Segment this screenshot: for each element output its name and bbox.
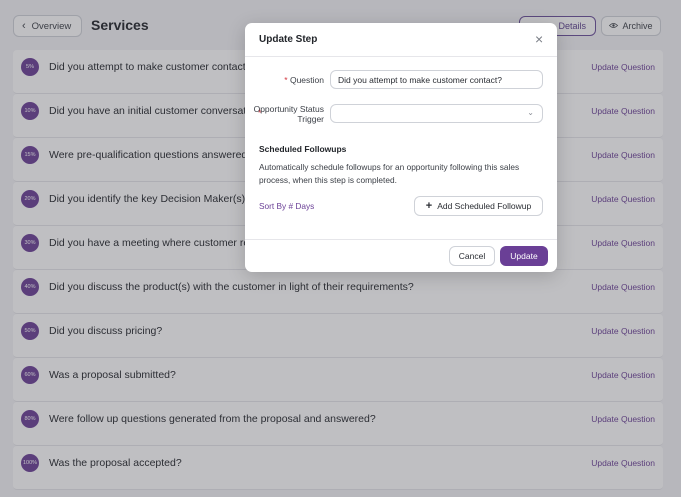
add-scheduled-followup-button[interactable]: + Add Scheduled Followup [414,196,543,216]
close-icon[interactable]: × [535,32,543,46]
update-step-modal: Update Step × * Question * Opportunity S… [245,23,557,272]
opportunity-status-label: Opportunity Status Trigger [253,104,324,124]
scheduled-followups-description: Automatically schedule followups for an … [259,162,520,185]
sort-by-days-link[interactable]: Sort By # Days [259,201,314,211]
modal-title: Update Step [259,34,318,45]
scheduled-followups-title: Scheduled Followups [259,144,347,154]
question-label: * Question [277,75,324,85]
question-label-text: Question [289,75,324,85]
cancel-button[interactable]: Cancel [449,246,495,266]
add-followup-label: Add Scheduled Followup [437,201,532,211]
divider [245,56,557,57]
plus-icon: + [425,199,433,212]
divider [245,239,557,240]
chevron-down-icon: ⌄ [527,108,534,117]
opportunity-status-select[interactable]: ⌄ [330,104,543,123]
update-button[interactable]: Update [500,246,548,266]
question-input[interactable] [330,70,543,89]
